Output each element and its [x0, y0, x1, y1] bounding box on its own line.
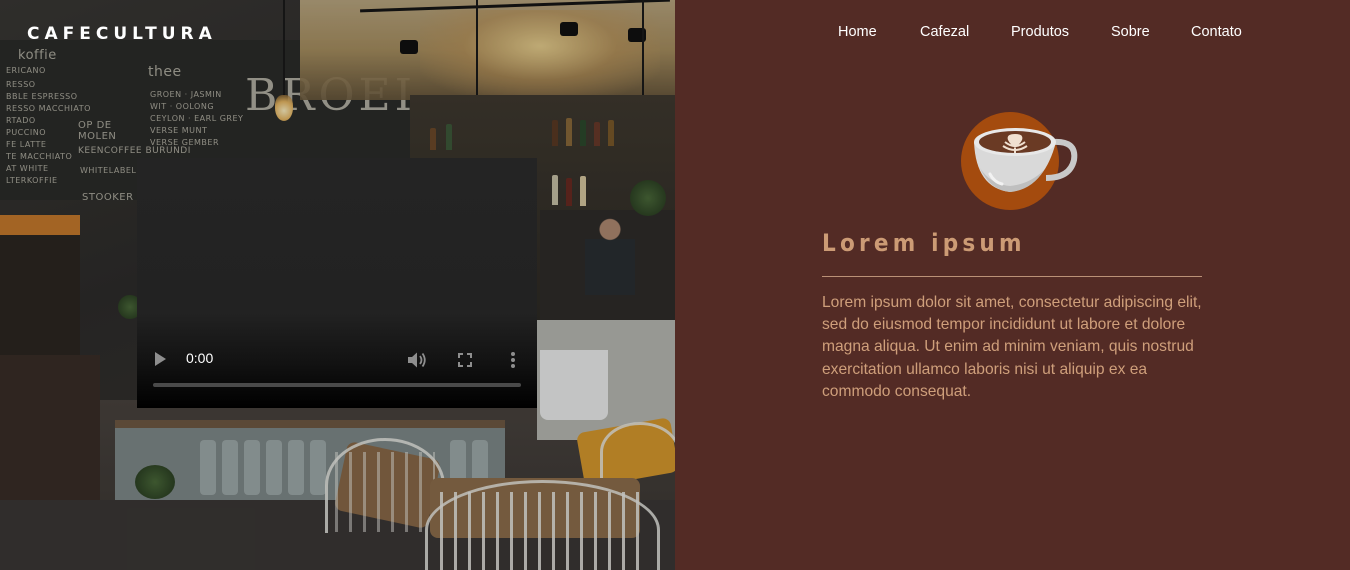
section-heading: Lorem ipsum [822, 229, 1026, 257]
main-nav: Home Cafezal Produtos Sobre Contato [0, 24, 1350, 44]
heading-divider [822, 276, 1202, 277]
play-icon[interactable] [155, 352, 166, 366]
more-options-icon[interactable] [508, 351, 518, 369]
nav-produtos[interactable]: Produtos [1011, 24, 1069, 40]
video-time: 0:00 [186, 350, 214, 366]
nav-home[interactable]: Home [838, 24, 877, 40]
video-player[interactable] [137, 158, 537, 408]
fullscreen-icon[interactable] [457, 352, 473, 368]
video-progress-bar[interactable] [153, 383, 521, 387]
nav-sobre[interactable]: Sobre [1111, 24, 1150, 40]
nav-contato[interactable]: Contato [1191, 24, 1242, 40]
section-body-text: Lorem ipsum dolor sit amet, consectetur … [822, 294, 1202, 400]
nav-cafezal[interactable]: Cafezal [920, 24, 969, 40]
volume-icon[interactable] [407, 351, 427, 369]
coffee-cup-icon [960, 108, 1080, 214]
